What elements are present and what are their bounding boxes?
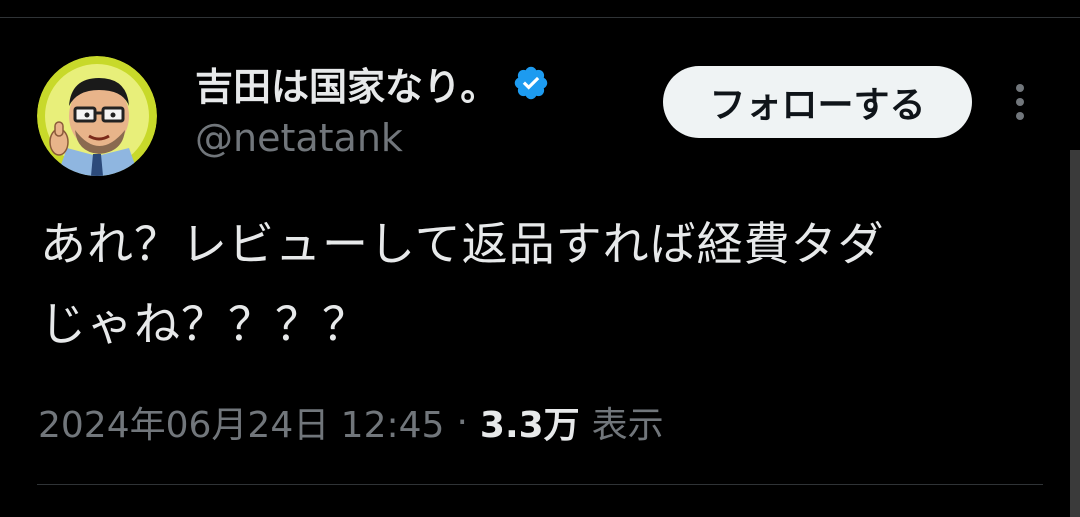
more-dot (1016, 84, 1024, 92)
avatar[interactable] (37, 56, 157, 176)
cartoon-avatar-icon (37, 56, 157, 176)
views-label[interactable]: 表示 (592, 396, 664, 448)
tweet-detail: 吉田は国家なり。 @netatank フォローする あれ？レビューして返品すれば… (0, 0, 1080, 517)
follow-button[interactable]: フォローする (663, 66, 972, 138)
bottom-divider (37, 484, 1043, 485)
scrollbar[interactable] (1070, 150, 1080, 517)
more-dot (1016, 98, 1024, 106)
tweet-meta: 2024年06月24日 12:45 · 3.3万 表示 (38, 396, 664, 448)
tweet-text: あれ？レビューして返品すれば経費タダ じゃね？？？？ (40, 204, 1030, 364)
author-name-row[interactable]: 吉田は国家なり。 (195, 56, 550, 111)
verified-badge-icon[interactable] (512, 64, 550, 102)
timestamp[interactable]: 2024年06月24日 12:45 (38, 396, 444, 448)
more-dot (1016, 112, 1024, 120)
views-count[interactable]: 3.3万 (480, 396, 580, 448)
tweet-text-line: じゃね？？？？ (40, 297, 369, 351)
author-handle[interactable]: @netatank (195, 116, 403, 160)
display-name[interactable]: 吉田は国家なり。 (195, 56, 498, 111)
tweet-text-line: あれ？レビューして返品すれば経費タダ (40, 217, 885, 271)
meta-separator: · (456, 401, 468, 443)
top-divider (0, 17, 1080, 18)
more-vertical-icon[interactable] (1004, 80, 1036, 124)
